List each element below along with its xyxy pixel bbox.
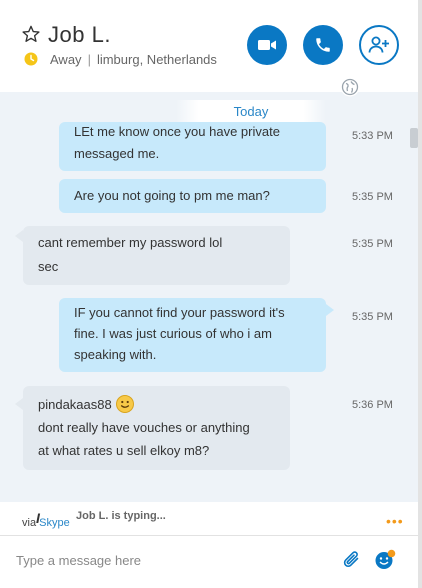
- bubble-tail: [15, 398, 23, 410]
- bubble-tail: [326, 304, 334, 316]
- globe-icon: [340, 77, 360, 97]
- emoticon-picker-icon[interactable]: [374, 549, 396, 571]
- via-skype-link[interactable]: Skype: [39, 517, 70, 529]
- window-frame-edge: [418, 0, 422, 588]
- video-camera-icon: [258, 40, 276, 50]
- message-line-text: pindakaas88: [38, 397, 112, 412]
- presence-line: Away | limburg, Netherlands: [50, 52, 217, 67]
- presence-status: Away: [50, 52, 82, 67]
- contact-name[interactable]: Job L.: [48, 22, 111, 48]
- smile-emoticon-icon: [115, 395, 134, 413]
- message-line: dont really have vouches or anything: [38, 420, 250, 435]
- phone-icon: [316, 38, 330, 52]
- message-line: sec: [38, 259, 59, 274]
- message-line: speaking with.: [74, 347, 157, 362]
- message-line: at what rates u sell elkoy m8?: [38, 443, 210, 458]
- message-line: fine. I was just curious of who i am: [74, 326, 272, 341]
- audio-call-button[interactable]: [303, 25, 343, 65]
- add-people-button[interactable]: [359, 25, 399, 65]
- paperclip-icon[interactable]: [342, 549, 362, 571]
- message-timestamp: 5:35 PM: [352, 238, 393, 250]
- message-bubble-outgoing[interactable]: Are you not going to pm me man?: [59, 179, 326, 213]
- message-line: Are you not going to pm me man?: [74, 188, 270, 203]
- message-line: LEt me know once you have private: [74, 124, 280, 139]
- date-divider: Today: [176, 100, 326, 122]
- message-history[interactable]: Today LEt me know once you have private …: [0, 92, 418, 502]
- message-line: pindakaas88: [38, 393, 275, 416]
- via-label: via Skype: [22, 517, 70, 529]
- message-timestamp: 5:35 PM: [352, 191, 393, 203]
- star-outline-icon[interactable]: [22, 25, 40, 43]
- typing-indicator-text: Job L. is typing...: [76, 510, 166, 522]
- bubble-tail: [15, 230, 23, 242]
- scrollbar-thumb[interactable]: [410, 128, 418, 148]
- away-clock-icon: [24, 52, 38, 66]
- message-line: IF you cannot find your password it's: [74, 305, 285, 320]
- message-line: cant remember my password lol: [38, 235, 223, 250]
- conversation-scrollbar[interactable]: [408, 92, 418, 502]
- presence-separator: |: [87, 52, 91, 67]
- message-composer: [0, 536, 418, 588]
- more-options-dots-icon[interactable]: •••: [386, 513, 404, 529]
- message-timestamp: 5:35 PM: [352, 311, 393, 323]
- video-call-button[interactable]: [247, 25, 287, 65]
- via-prefix: via: [22, 517, 37, 529]
- contact-location: limburg, Netherlands: [96, 52, 217, 67]
- message-input[interactable]: [16, 548, 316, 572]
- message-bubble-outgoing[interactable]: IF you cannot find your password it's fi…: [59, 298, 326, 372]
- message-line: messaged me.: [74, 146, 160, 161]
- message-timestamp: 5:36 PM: [352, 399, 393, 411]
- message-bubble-incoming[interactable]: cant remember my password lol sec: [23, 226, 290, 285]
- message-bubble-incoming[interactable]: pindakaas88 dont really have vouches or …: [23, 386, 290, 470]
- message-bubble-outgoing[interactable]: LEt me know once you have private messag…: [59, 122, 326, 171]
- add-person-icon: [368, 36, 389, 53]
- message-timestamp: 5:33 PM: [352, 130, 393, 142]
